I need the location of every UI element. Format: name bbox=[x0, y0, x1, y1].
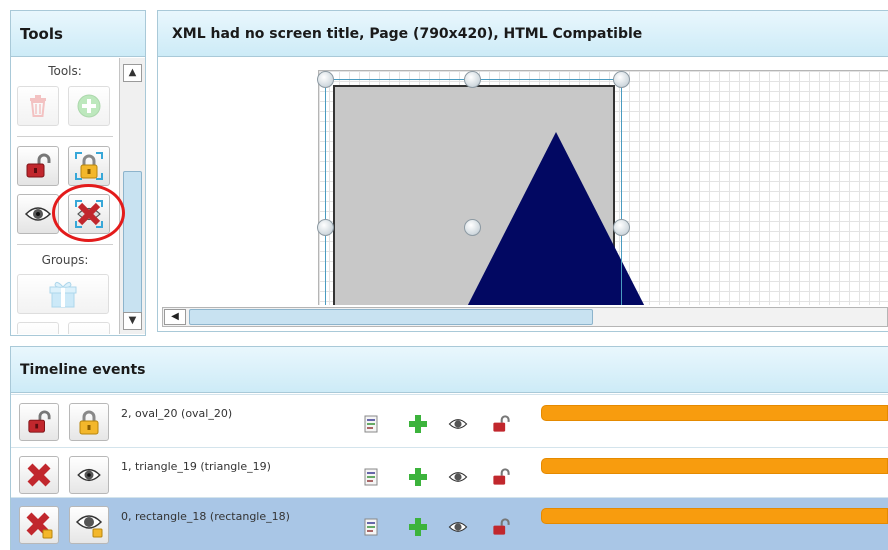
timeline-row-selected[interactable]: 0, rectangle_18 (rectangle_18) bbox=[11, 497, 888, 550]
selection-outline bbox=[621, 79, 622, 305]
delete-button[interactable] bbox=[19, 456, 59, 494]
timeline-row-label: 0, rectangle_18 (rectangle_18) bbox=[121, 510, 290, 523]
timeline-panel: Timeline events 2, oval_20 (oval_20) 1, … bbox=[10, 346, 888, 550]
add-button[interactable] bbox=[68, 86, 110, 126]
unlock-icon bbox=[26, 153, 51, 178]
annotation-highlight-circle bbox=[52, 184, 125, 242]
scroll-thumb[interactable] bbox=[189, 309, 593, 325]
scroll-left-arrow-icon[interactable]: ◀ bbox=[164, 309, 186, 325]
add-plus-icon[interactable] bbox=[408, 468, 428, 486]
resize-handle[interactable] bbox=[317, 219, 334, 236]
trash-icon bbox=[30, 95, 46, 117]
unlock-icon[interactable] bbox=[491, 518, 511, 536]
timeline-row[interactable]: 1, triangle_19 (triangle_19) bbox=[11, 447, 888, 497]
unlock-icon[interactable] bbox=[491, 415, 511, 433]
scroll-down-arrow-icon[interactable]: ▼ bbox=[123, 312, 142, 330]
center-handle[interactable] bbox=[464, 219, 481, 236]
visibility-locked-button[interactable] bbox=[69, 506, 109, 544]
delete-button[interactable] bbox=[17, 86, 59, 126]
scroll-thumb[interactable] bbox=[123, 171, 142, 314]
timeline-bar[interactable] bbox=[541, 508, 888, 524]
tool-button-partial[interactable] bbox=[17, 322, 59, 334]
tool-button-partial[interactable] bbox=[68, 322, 110, 334]
lock-icon bbox=[79, 410, 99, 435]
resize-handle[interactable] bbox=[464, 71, 481, 88]
lock-selection-icon bbox=[75, 152, 103, 180]
lock-selection-button[interactable] bbox=[68, 146, 110, 186]
tools-panel: Tools Tools: Groups: ▲ ▼ bbox=[10, 10, 146, 336]
timeline-row-label: 1, triangle_19 (triangle_19) bbox=[121, 460, 271, 473]
eye-icon bbox=[77, 468, 101, 482]
group-button[interactable] bbox=[17, 274, 109, 314]
timeline-title: Timeline events bbox=[11, 347, 888, 393]
tools-panel-title: Tools bbox=[11, 11, 145, 57]
properties-icon[interactable] bbox=[361, 468, 381, 486]
delete-x-locked-icon bbox=[26, 512, 53, 539]
delete-x-icon bbox=[27, 463, 51, 487]
canvas-title: XML had no screen title, Page (790x420),… bbox=[158, 11, 888, 57]
group-gift-icon bbox=[49, 281, 77, 308]
properties-icon[interactable] bbox=[361, 415, 381, 433]
design-canvas[interactable] bbox=[158, 58, 888, 305]
unlock-icon bbox=[28, 410, 51, 433]
add-circle-icon bbox=[77, 94, 101, 118]
eye-icon[interactable] bbox=[448, 518, 468, 536]
canvas-horizontal-scrollbar[interactable]: ◀ bbox=[162, 307, 888, 327]
unlock-button[interactable] bbox=[19, 403, 59, 441]
divider bbox=[17, 244, 113, 245]
tools-vertical-scrollbar[interactable]: ▲ ▼ bbox=[119, 58, 145, 334]
eye-icon bbox=[24, 207, 52, 221]
resize-handle[interactable] bbox=[613, 219, 630, 236]
visibility-button[interactable] bbox=[69, 456, 109, 494]
eye-icon[interactable] bbox=[448, 468, 468, 486]
selection-outline bbox=[325, 79, 326, 305]
timeline-bar[interactable] bbox=[541, 405, 888, 421]
triangle-shape[interactable] bbox=[158, 58, 888, 305]
add-plus-icon[interactable] bbox=[408, 518, 428, 536]
canvas-panel: XML had no screen title, Page (790x420),… bbox=[157, 10, 888, 332]
scroll-up-arrow-icon[interactable]: ▲ bbox=[123, 64, 142, 82]
groups-section-label: Groups: bbox=[41, 253, 89, 267]
divider bbox=[17, 136, 113, 137]
resize-handle[interactable] bbox=[317, 71, 334, 88]
add-plus-icon[interactable] bbox=[408, 415, 428, 433]
timeline-bar[interactable] bbox=[541, 458, 888, 474]
lock-button[interactable] bbox=[69, 403, 109, 441]
timeline-row-label: 2, oval_20 (oval_20) bbox=[121, 407, 233, 420]
delete-locked-button[interactable] bbox=[19, 506, 59, 544]
timeline-row[interactable]: 2, oval_20 (oval_20) bbox=[11, 394, 888, 444]
unlock-icon[interactable] bbox=[491, 468, 511, 486]
eye-locked-icon bbox=[75, 515, 103, 538]
resize-handle[interactable] bbox=[613, 71, 630, 88]
eye-icon[interactable] bbox=[448, 415, 468, 433]
properties-icon[interactable] bbox=[361, 518, 381, 536]
unlock-button[interactable] bbox=[17, 146, 59, 186]
tools-section-label: Tools: bbox=[48, 64, 82, 78]
